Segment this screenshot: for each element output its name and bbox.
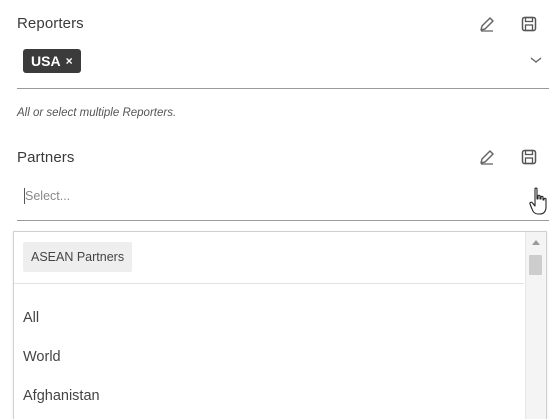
- option-world[interactable]: World: [23, 349, 61, 365]
- reporters-select[interactable]: USA ×: [17, 44, 549, 89]
- scroll-thumb[interactable]: [529, 255, 542, 275]
- reporter-chip-usa: USA ×: [23, 49, 81, 73]
- save-icon: [521, 16, 537, 32]
- trade-filter-panel: Reporters USA × All or select multiple R…: [0, 0, 550, 419]
- partners-dropdown: ASEAN Partners All World Afghanistan: [13, 231, 547, 419]
- chip-remove-icon[interactable]: ×: [66, 54, 73, 68]
- partners-select[interactable]: Select...: [17, 182, 549, 221]
- reporters-title: Reporters: [17, 15, 84, 32]
- reporters-edit-button[interactable]: [476, 13, 498, 35]
- partners-edit-button[interactable]: [476, 146, 498, 168]
- reporters-save-button[interactable]: [518, 13, 540, 35]
- option-all[interactable]: All: [23, 310, 39, 326]
- pencil-icon: [480, 17, 494, 32]
- dropdown-divider: [14, 283, 524, 284]
- partners-placeholder: Select...: [25, 189, 71, 203]
- hand-cursor-icon: [529, 187, 547, 215]
- scroll-up-icon[interactable]: [532, 240, 540, 245]
- chip-label: USA: [31, 53, 61, 69]
- reporters-hint: All or select multiple Reporters.: [17, 107, 177, 119]
- save-icon: [521, 149, 537, 165]
- pencil-icon: [480, 150, 494, 165]
- option-afghanistan[interactable]: Afghanistan: [23, 388, 100, 404]
- dropdown-scrollbar[interactable]: [525, 232, 546, 419]
- partners-save-button[interactable]: [518, 146, 540, 168]
- chevron-down-icon[interactable]: [529, 55, 543, 65]
- group-chip-asean-partners[interactable]: ASEAN Partners: [23, 242, 133, 272]
- partners-title: Partners: [17, 149, 75, 166]
